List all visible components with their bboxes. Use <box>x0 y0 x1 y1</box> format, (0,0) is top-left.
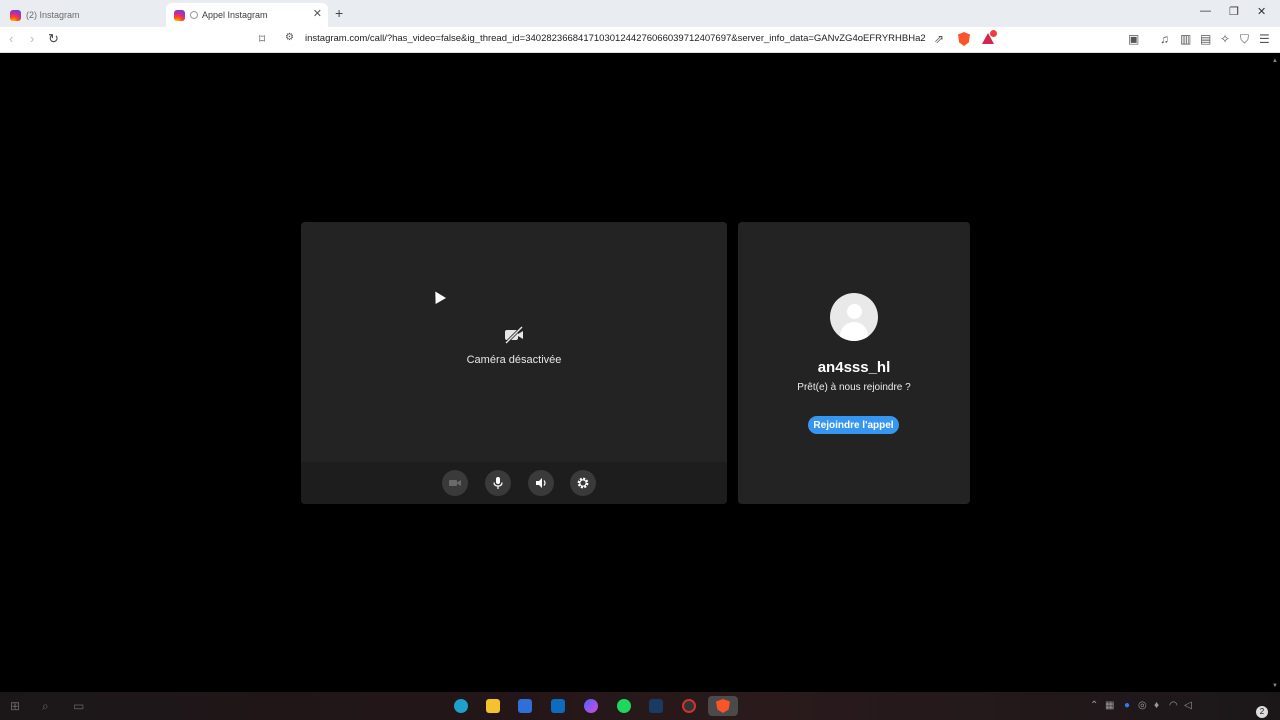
scroll-down-icon[interactable]: ▼ <box>1272 683 1278 689</box>
taskbar: ⊞ ⌕ ▭ ⌃ ▦ ● ◎ ♦ ◠ ◁ <box>0 692 1280 720</box>
camera-off-icon <box>504 326 524 344</box>
outlook-app[interactable] <box>548 696 568 716</box>
menu-icon[interactable]: ☰ <box>1259 32 1270 46</box>
bookmark-icon[interactable]: ⌑ <box>259 32 265 46</box>
instagram-icon <box>10 9 21 21</box>
leo-ai-icon[interactable]: ✧ <box>1220 32 1230 46</box>
settings-button[interactable] <box>570 470 596 496</box>
folder-icon <box>486 699 500 713</box>
vpn-icon[interactable]: ⛉ <box>1240 32 1249 47</box>
microphone-icon <box>493 477 503 489</box>
reader-mode-icon[interactable]: ▣ <box>1128 32 1139 46</box>
site-settings-icon[interactable]: ⚙ <box>285 32 294 43</box>
video-camera-icon <box>449 480 461 486</box>
back-icon[interactable]: ‹ <box>9 31 13 46</box>
tray-app-icon[interactable]: ▦ <box>1105 700 1114 711</box>
contact-username: an4sss_hl <box>817 359 891 376</box>
spotify-app[interactable] <box>614 696 634 716</box>
gear-icon <box>577 477 589 489</box>
volume-icon[interactable]: ◁ <box>1184 700 1192 711</box>
tab-appel-instagram[interactable]: Appel Instagram ✕ <box>166 3 328 27</box>
recorder-app[interactable] <box>679 696 699 716</box>
edge-icon <box>454 699 468 713</box>
spotify-icon <box>617 699 631 713</box>
new-tab-button[interactable]: + <box>335 5 343 21</box>
store-app[interactable] <box>515 696 535 716</box>
edge-app[interactable] <box>451 696 471 716</box>
sidebar-icon[interactable]: ▥ <box>1180 32 1191 46</box>
share-icon[interactable]: ⇗ <box>934 32 944 46</box>
avatar-head <box>847 304 862 319</box>
browser-toolbar: ‹ › ↻ ⌑ ⚙ instagram.com/call/?has_video=… <box>0 27 1280 53</box>
search-icon[interactable]: ⌕ <box>42 699 49 714</box>
microphone-toggle-button[interactable] <box>485 470 511 496</box>
tray-cloud-icon[interactable]: ● <box>1124 700 1130 711</box>
tab-bar: (2) Instagram Appel Instagram ✕ + — ❐ ✕ <box>0 0 1280 27</box>
tray-chevron-icon[interactable]: ⌃ <box>1090 700 1098 711</box>
messenger-icon <box>584 699 598 713</box>
maximize-button[interactable]: ❐ <box>1229 5 1239 18</box>
record-icon <box>682 699 696 713</box>
windows-start-icon[interactable]: ⊞ <box>10 699 20 713</box>
join-prompt: Prêt(e) à nous rejoindre ? <box>797 382 911 393</box>
close-window-button[interactable]: ✕ <box>1257 5 1266 18</box>
brave-app[interactable] <box>708 696 738 716</box>
contact-panel: an4sss_hl Prêt(e) à nous rejoindre ? Rej… <box>738 222 970 504</box>
address-bar[interactable]: instagram.com/call/?has_video=false&ig_t… <box>305 33 925 44</box>
rewards-badge <box>990 30 997 37</box>
call-controls <box>301 462 727 504</box>
file-explorer-app[interactable] <box>483 696 503 716</box>
join-call-button[interactable]: Rejoindre l'appel <box>808 416 899 434</box>
avatar-body <box>840 322 868 341</box>
audio-icon <box>190 11 198 19</box>
notification-badge[interactable]: 2 <box>1256 706 1268 718</box>
page-scrollbar[interactable] <box>1270 54 1280 692</box>
tab-title: Appel Instagram <box>202 10 268 20</box>
forward-icon[interactable]: › <box>30 31 34 46</box>
wifi-icon[interactable]: ◠ <box>1169 700 1178 711</box>
messenger-app[interactable] <box>581 696 601 716</box>
steam-icon <box>649 699 663 713</box>
minimize-button[interactable]: — <box>1200 5 1211 17</box>
reload-icon[interactable]: ↻ <box>48 31 59 47</box>
outlook-icon <box>551 699 565 713</box>
speaker-icon <box>536 478 546 488</box>
music-icon[interactable]: ♫ <box>1160 32 1169 46</box>
camera-toggle-button[interactable] <box>442 470 468 496</box>
wallet-icon[interactable]: ▤ <box>1200 32 1211 46</box>
camera-off-label: Caméra désactivée <box>466 354 562 366</box>
close-tab-icon[interactable]: ✕ <box>313 7 322 20</box>
avatar <box>830 293 878 341</box>
tab-instagram[interactable]: (2) Instagram <box>2 3 166 27</box>
tab-title: (2) Instagram <box>26 10 80 20</box>
instagram-icon <box>174 9 185 21</box>
steam-app[interactable] <box>646 696 666 716</box>
speaker-toggle-button[interactable] <box>528 470 554 496</box>
task-view-icon[interactable]: ▭ <box>73 699 84 713</box>
brave-shields-icon[interactable] <box>958 32 970 46</box>
self-video-panel: Caméra désactivée <box>301 222 727 504</box>
microphone-tray-icon[interactable]: ♦ <box>1154 700 1159 711</box>
tray-network-icon[interactable]: ◎ <box>1138 700 1147 711</box>
store-icon <box>518 699 532 713</box>
brave-icon <box>716 699 730 713</box>
scroll-up-icon[interactable]: ▲ <box>1272 58 1278 64</box>
